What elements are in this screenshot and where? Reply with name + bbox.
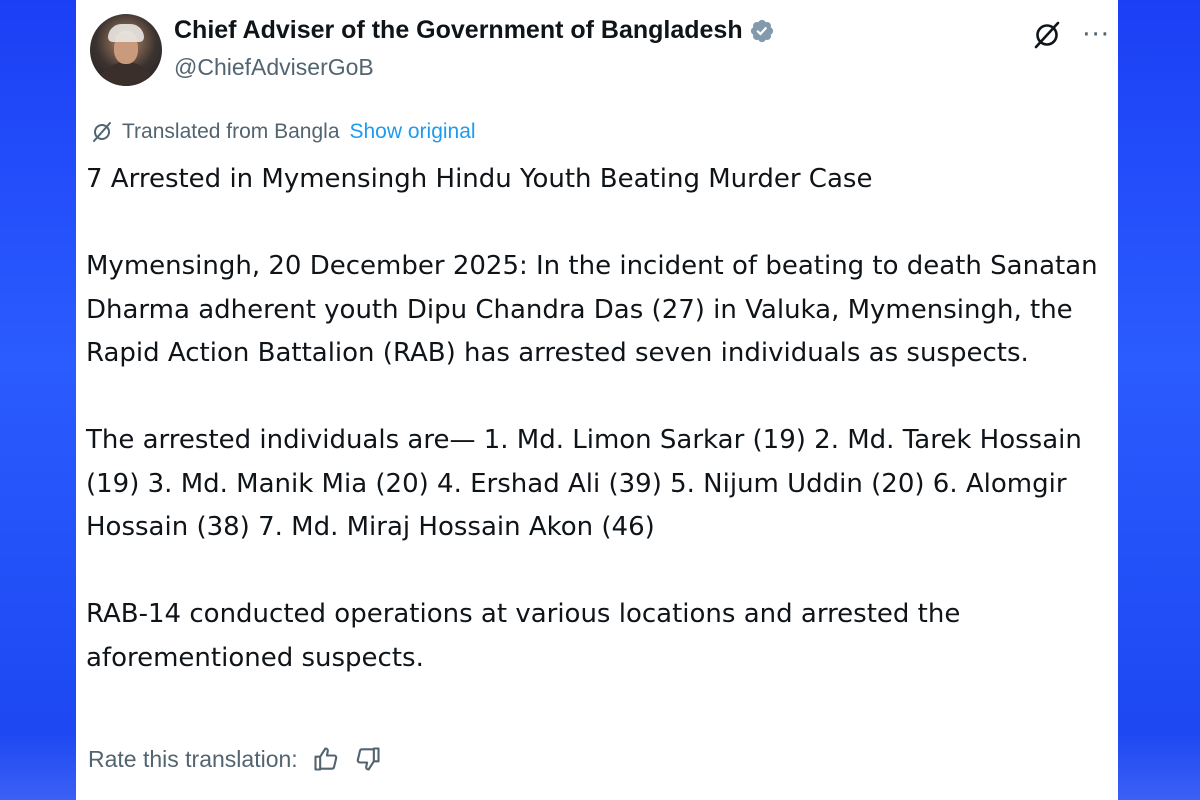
thumbs-up-icon[interactable] bbox=[312, 745, 340, 773]
post-headline: 7 Arrested in Mymensingh Hindu Youth Bea… bbox=[86, 164, 873, 194]
thumbs-down-icon[interactable] bbox=[354, 745, 382, 773]
avatar[interactable] bbox=[90, 14, 162, 86]
author-display-name[interactable]: Chief Adviser of the Government of Bangl… bbox=[174, 16, 743, 45]
post-paragraph: The arrested individuals are— 1. Md. Lim… bbox=[86, 425, 1082, 542]
avatar-hair bbox=[108, 24, 144, 42]
grok-icon[interactable] bbox=[1030, 18, 1064, 52]
post-card: Chief Adviser of the Government of Bangl… bbox=[76, 0, 1118, 800]
verified-badge-icon[interactable] bbox=[749, 18, 775, 44]
translate-icon bbox=[90, 120, 114, 144]
post-text: 7 Arrested in Mymensingh Hindu Youth Bea… bbox=[86, 158, 1114, 680]
background-left-panel bbox=[0, 0, 76, 800]
translation-notice: Translated from Bangla Show original bbox=[90, 120, 476, 144]
translated-from-label: Translated from Bangla bbox=[122, 120, 340, 143]
rate-translation-row: Rate this translation: bbox=[88, 745, 382, 773]
avatar-shoulders bbox=[96, 62, 156, 86]
author-name-row: Chief Adviser of the Government of Bangl… bbox=[174, 16, 775, 45]
show-original-link[interactable]: Show original bbox=[350, 120, 476, 144]
post-paragraph: RAB-14 conducted operations at various l… bbox=[86, 599, 961, 673]
post-paragraph: Mymensingh, 20 December 2025: In the inc… bbox=[86, 251, 1098, 368]
more-options-icon[interactable]: ··· bbox=[1082, 22, 1110, 48]
rate-translation-label: Rate this translation: bbox=[88, 745, 298, 772]
background-right-panel bbox=[1118, 0, 1200, 800]
author-handle[interactable]: @ChiefAdviserGoB bbox=[174, 54, 374, 81]
top-actions: ··· bbox=[1030, 18, 1110, 52]
